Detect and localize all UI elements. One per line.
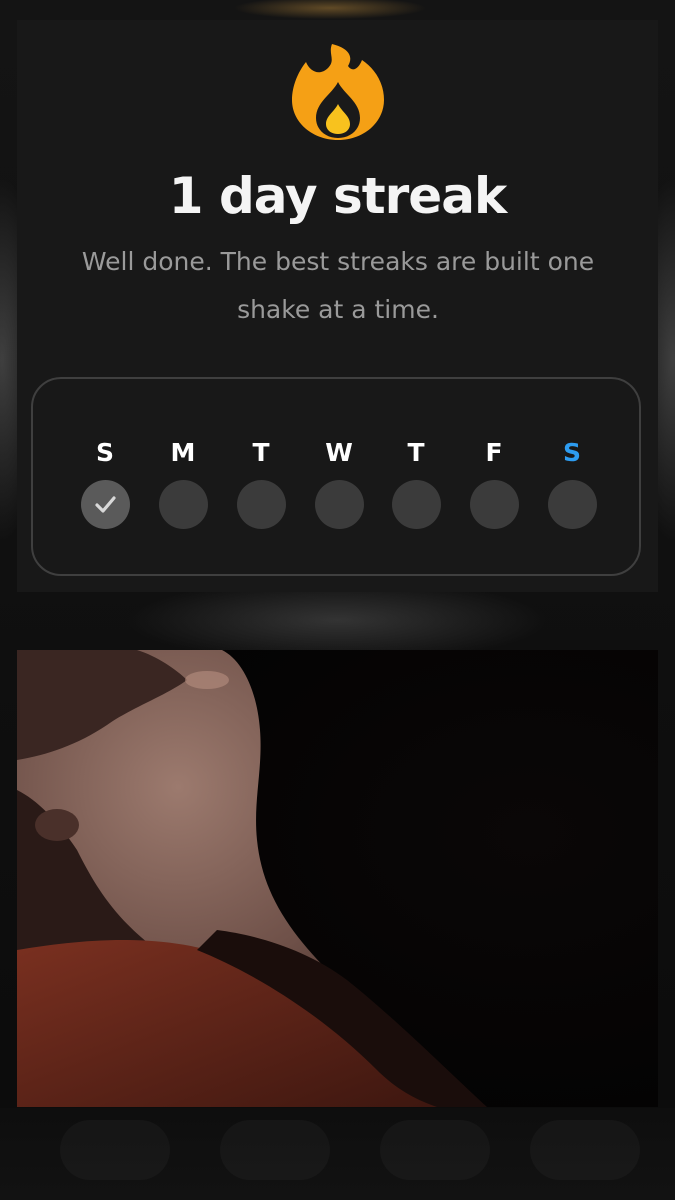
day-label: T [252,438,270,467]
day-label: T [407,438,425,467]
background-blob [220,1120,330,1180]
day-status [547,480,597,529]
day-label-today: S [562,438,581,467]
background-blob [380,1120,490,1180]
day-label: W [325,438,353,467]
day-status [314,480,364,529]
day-status [391,480,441,529]
day-status [236,480,286,529]
day-column-thursday: T [390,435,442,529]
video-frame[interactable] [17,650,658,1107]
day-column-friday: F [468,435,520,529]
background-blob [530,1120,640,1180]
day-label: F [485,438,503,467]
day-column-wednesday: W [313,435,365,529]
day-status-completed [80,480,130,529]
streak-title: 1 day streak [168,167,507,225]
day-column-tuesday: T [235,435,287,529]
check-icon [94,496,116,513]
day-column-saturday: S [546,435,598,529]
background-blob [60,1120,170,1180]
fire-icon [292,44,384,140]
day-status [469,480,519,529]
day-column-monday: M [157,435,209,529]
day-column-sunday: S [79,435,131,529]
weekly-streak-panel: S M T W T F S [31,377,641,576]
streak-subtitle: Well done. The best streaks are built on… [81,247,595,324]
day-status [158,480,208,529]
video-still-image [17,650,658,1107]
day-label: S [95,438,114,467]
day-label: M [170,438,196,467]
